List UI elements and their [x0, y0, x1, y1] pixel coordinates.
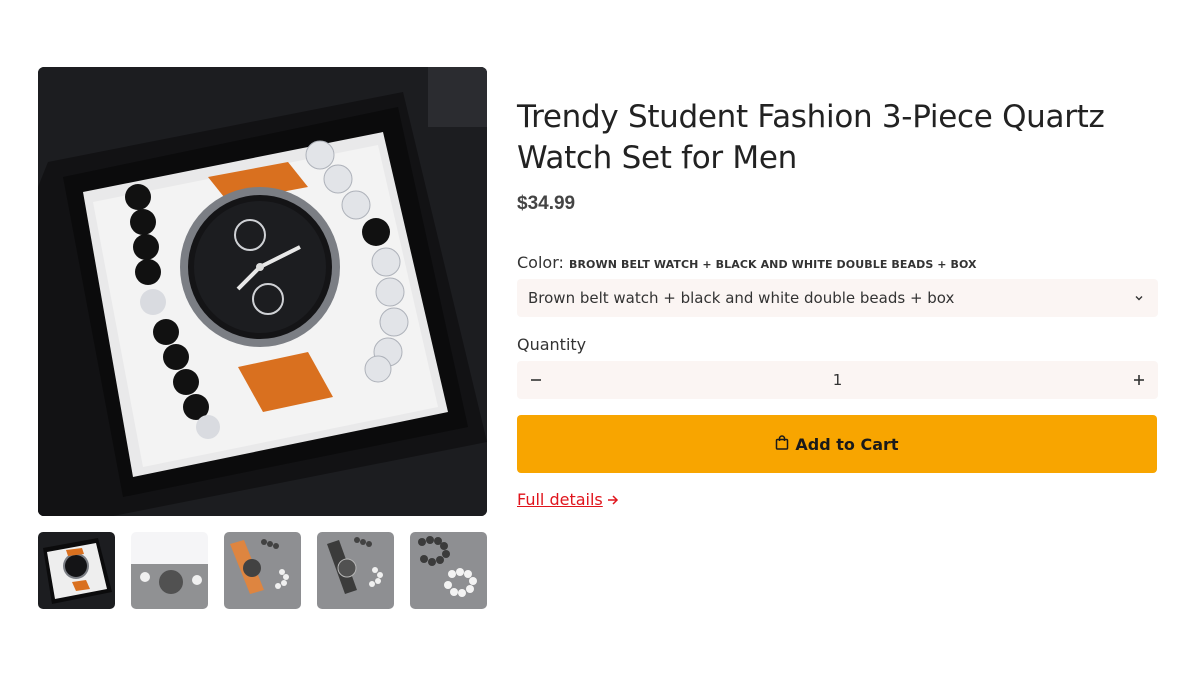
main-product-image[interactable] — [38, 67, 487, 516]
quantity-input[interactable] — [555, 361, 1120, 399]
thumbnail-5[interactable] — [410, 532, 487, 609]
quantity-increment-button[interactable] — [1120, 361, 1158, 399]
thumbnail-gallery — [38, 532, 487, 609]
thumbnail-2[interactable] — [131, 532, 208, 609]
full-details-link[interactable]: Full details — [517, 490, 619, 509]
minus-icon — [531, 379, 541, 381]
thumbnail-5-image — [410, 532, 487, 609]
thumbnail-4[interactable] — [317, 532, 394, 609]
full-details-label: Full details — [517, 490, 603, 509]
watch-set-photo — [38, 67, 487, 516]
thumbnail-1-image — [38, 532, 115, 609]
quantity-stepper — [517, 361, 1158, 399]
color-label-text: Color: — [517, 253, 564, 272]
color-select-value: Brown belt watch + black and white doubl… — [528, 289, 955, 307]
quantity-decrement-button[interactable] — [517, 361, 555, 399]
shopping-bag-icon — [775, 435, 789, 453]
thumbnail-3-image — [224, 532, 301, 609]
chevron-down-icon — [1132, 291, 1146, 305]
add-to-cart-button[interactable]: Add to Cart — [517, 415, 1157, 473]
thumbnail-4-image — [317, 532, 394, 609]
plus-icon — [1134, 375, 1144, 385]
color-select[interactable]: Brown belt watch + black and white doubl… — [517, 279, 1158, 317]
product-price: $34.99 — [517, 193, 576, 214]
quantity-label: Quantity — [517, 335, 587, 354]
thumbnail-2-image — [131, 532, 208, 609]
arrow-right-icon — [607, 494, 618, 505]
product-title: Trendy Student Fashion 3-Piece Quartz Wa… — [517, 99, 1105, 176]
thumbnail-3[interactable] — [224, 532, 301, 609]
add-to-cart-label: Add to Cart — [795, 434, 899, 454]
color-option-label: Color: BROWN BELT WATCH + BLACK AND WHIT… — [517, 253, 977, 272]
color-selected-value: BROWN BELT WATCH + BLACK AND WHITE DOUBL… — [568, 258, 977, 271]
thumbnail-1[interactable] — [38, 532, 115, 609]
